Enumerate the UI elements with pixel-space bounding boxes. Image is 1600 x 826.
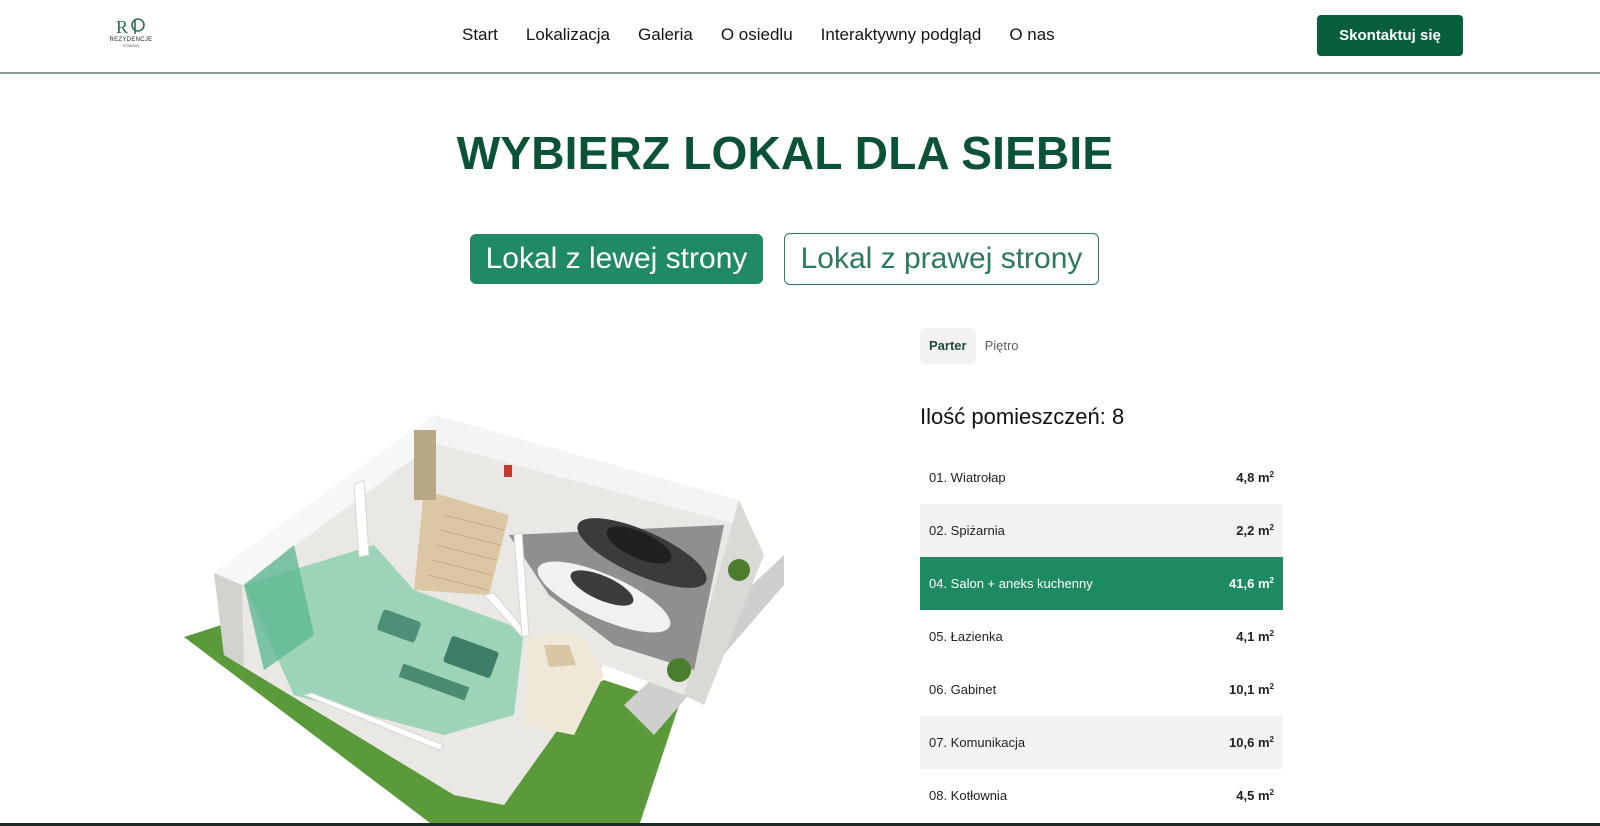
room-area: 4,1 m2 <box>1236 629 1274 644</box>
nav-item-start[interactable]: Start <box>462 24 498 46</box>
room-area: 4,5 m2 <box>1236 788 1274 803</box>
room-name: 02. Spiżarnia <box>929 523 1005 538</box>
room-name: 01. Wiatrołap <box>929 470 1006 485</box>
list-item[interactable]: 02. Spiżarnia 2,2 m2 <box>920 504 1283 557</box>
page-title: WYBIERZ LOKAL DLA SIEBIE <box>456 127 1114 179</box>
room-name: 08. Kotłownia <box>929 788 1008 803</box>
main-nav: Start Lokalizacja Galeria O osiedlu Inte… <box>462 24 1055 46</box>
floor-plan-image <box>184 405 784 826</box>
list-item[interactable]: 06. Gabinet 10,1 m2 <box>920 663 1283 716</box>
room-name: 05. Łazienka <box>929 629 1003 644</box>
svg-text:R: R <box>116 17 128 37</box>
contact-button[interactable]: Skontaktuj się <box>1317 15 1463 56</box>
list-item[interactable]: 01. Wiatrołap 4,8 m2 <box>920 451 1283 504</box>
floor-tabs: Parter Piętro <box>920 328 1028 364</box>
site-header: R REZYDENCJE POWSIN Start Lokalizacja Ga… <box>0 0 1600 74</box>
nav-item-galeria[interactable]: Galeria <box>638 24 693 46</box>
logo[interactable]: R REZYDENCJE POWSIN <box>106 16 156 52</box>
room-area: 4,8 m2 <box>1236 470 1274 485</box>
room-name: 04. Salon + aneks kuchenny <box>929 576 1093 591</box>
nav-item-o-nas[interactable]: O nas <box>1009 24 1054 46</box>
room-list: 01. Wiatrołap 4,8 m2 02. Spiżarnia 2,2 m… <box>920 451 1283 822</box>
room-count: Ilość pomieszczeń: 8 <box>920 404 1125 429</box>
room-area: 10,1 m2 <box>1229 682 1274 697</box>
list-item[interactable]: 04. Salon + aneks kuchenny 41,6 m2 <box>920 557 1283 610</box>
nav-item-lokalizacja[interactable]: Lokalizacja <box>526 24 610 46</box>
logo-icon: R <box>116 17 145 37</box>
list-item[interactable]: 07. Komunikacja 10,6 m2 <box>920 716 1283 769</box>
tab-left-unit[interactable]: Lokal z lewej strony <box>470 234 763 284</box>
list-item[interactable]: 08. Kotłownia 4,5 m2 <box>920 769 1283 822</box>
logo-subtext: POWSIN <box>122 43 140 48</box>
room-area: 2,2 m2 <box>1236 523 1274 538</box>
room-name: 07. Komunikacja <box>929 735 1026 750</box>
tab-pietro[interactable]: Piętro <box>976 328 1028 364</box>
tab-right-unit[interactable]: Lokal z prawej strony <box>784 233 1099 285</box>
nav-item-interaktywny-podglad[interactable]: Interaktywny podgląd <box>821 24 982 46</box>
room-area: 10,6 m2 <box>1229 735 1274 750</box>
room-name: 06. Gabinet <box>929 682 997 697</box>
nav-item-o-osiedlu[interactable]: O osiedlu <box>721 24 793 46</box>
tab-parter[interactable]: Parter <box>920 328 976 364</box>
list-item[interactable]: 05. Łazienka 4,1 m2 <box>920 610 1283 663</box>
room-area: 41,6 m2 <box>1229 576 1274 591</box>
